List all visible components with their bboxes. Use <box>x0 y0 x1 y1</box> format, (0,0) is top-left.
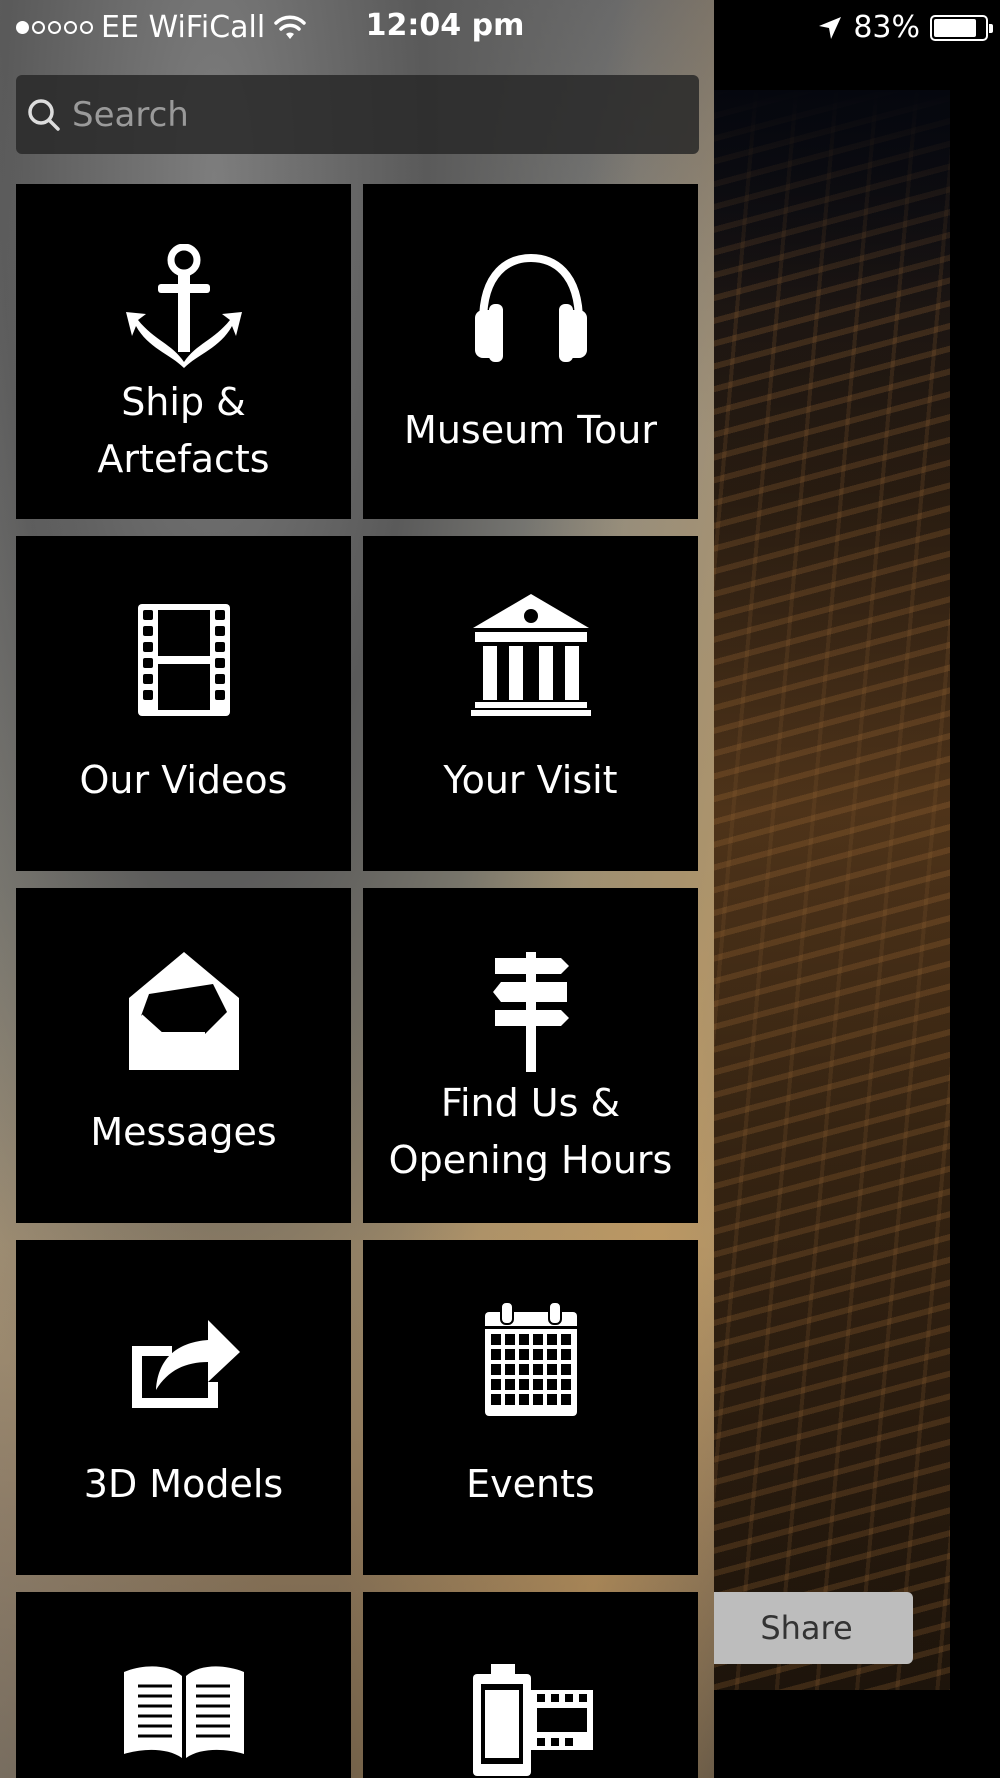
menu-tile-film-roll[interactable] <box>363 1592 698 1778</box>
location-arrow-icon <box>819 16 842 39</box>
search-bar[interactable] <box>16 75 699 154</box>
battery-percent: 83% <box>853 10 920 45</box>
background-photo-shade <box>714 90 950 310</box>
envelope-icon <box>16 950 351 1072</box>
search-icon <box>28 98 60 131</box>
menu-tile-ship-artefacts[interactable]: Ship & Artefacts <box>16 184 351 519</box>
calendar-icon <box>363 1300 698 1418</box>
menu-tile-your-visit[interactable]: Your Visit <box>363 536 698 871</box>
background-ship-photo <box>714 90 950 1690</box>
museum-building-icon <box>363 592 698 718</box>
menu-tile-museum-tour[interactable]: Museum Tour <box>363 184 698 519</box>
status-right: 83% <box>817 10 993 45</box>
share-button[interactable]: Share <box>700 1592 913 1664</box>
signal-strength-icon <box>16 21 93 34</box>
tile-label: Museum Tour <box>404 408 657 452</box>
search-input[interactable] <box>70 93 674 136</box>
tile-label: Messages <box>90 1110 277 1154</box>
menu-tile-book[interactable] <box>16 1592 351 1778</box>
status-bar: EE WiFiCall 12:04 pm 83% <box>0 0 1000 56</box>
tile-label-line1: Find Us & <box>440 1081 621 1125</box>
menu-tile-messages[interactable]: Messages <box>16 888 351 1223</box>
open-book-icon <box>16 1662 351 1762</box>
tile-label-line2: Opening Hours <box>388 1138 673 1182</box>
tile-label: 3D Models <box>83 1462 284 1506</box>
anchor-icon <box>16 244 351 369</box>
tile-label: Your Visit <box>443 758 618 802</box>
share-arrow-icon <box>16 1310 351 1412</box>
film-icon <box>16 602 351 718</box>
wifi-icon <box>274 15 306 39</box>
headphones-icon <box>363 252 698 362</box>
tile-label: Our Videos <box>79 758 288 802</box>
status-left: EE WiFiCall <box>16 10 307 45</box>
tile-label: Events <box>466 1462 595 1506</box>
battery-icon <box>930 14 993 41</box>
signpost-icon <box>363 950 698 1072</box>
carrier-name: EE WiFiCall <box>101 10 266 45</box>
menu-tile-our-videos[interactable]: Our Videos <box>16 536 351 871</box>
tile-label-line2: Artefacts <box>97 437 270 481</box>
menu-tile-3d-models[interactable]: 3D Models <box>16 1240 351 1575</box>
menu-tile-events[interactable]: Events <box>363 1240 698 1575</box>
film-roll-icon <box>363 1662 698 1778</box>
menu-tile-find-us-opening-hours[interactable]: Find Us & Opening Hours <box>363 888 698 1223</box>
tile-label-line1: Ship & <box>121 380 246 424</box>
